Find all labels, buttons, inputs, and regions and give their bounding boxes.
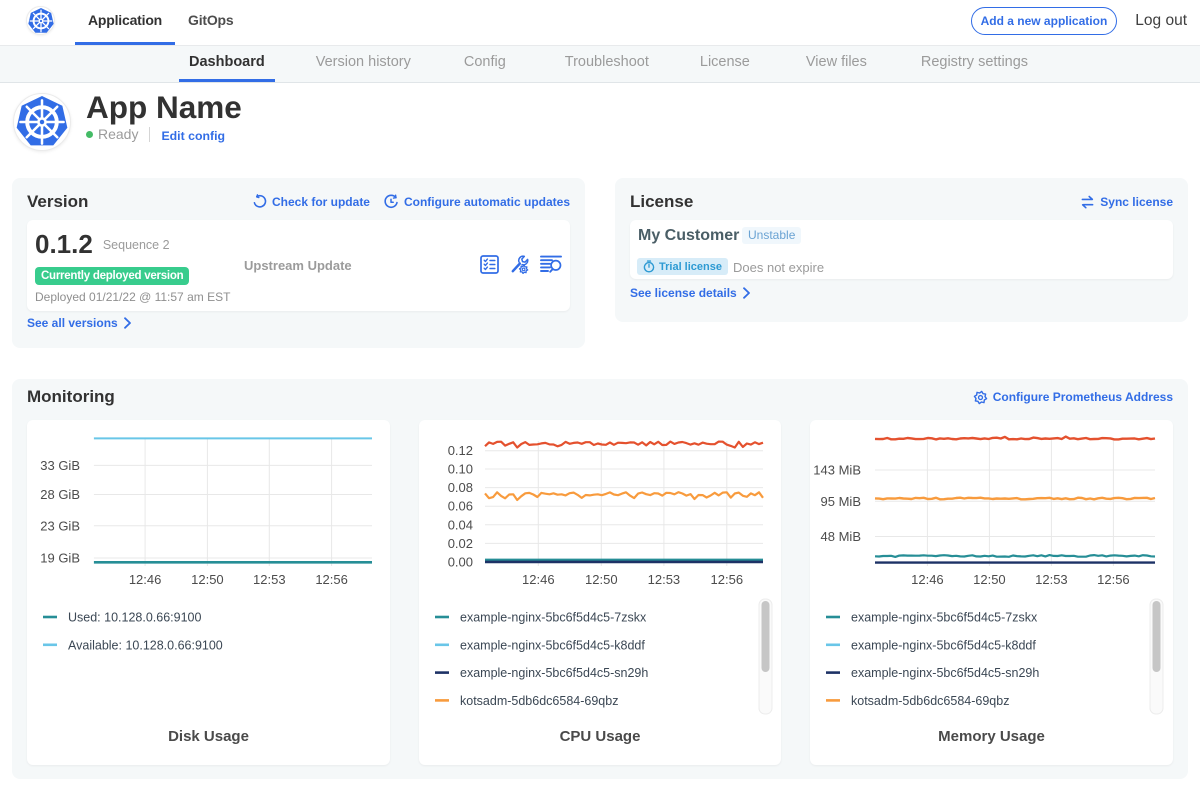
svg-text:example-nginx-5bc6f5d4c5-sn29h: example-nginx-5bc6f5d4c5-sn29h xyxy=(460,666,648,680)
svg-text:0.04: 0.04 xyxy=(448,517,473,532)
svg-text:12:53: 12:53 xyxy=(253,572,286,587)
svg-text:28 GiB: 28 GiB xyxy=(40,487,80,502)
svg-text:0.00: 0.00 xyxy=(448,555,473,570)
svg-text:19 GiB: 19 GiB xyxy=(40,551,80,566)
svg-text:12:46: 12:46 xyxy=(911,572,944,587)
svg-text:Memory Usage: Memory Usage xyxy=(938,728,1045,745)
svg-text:Available: 10.128.0.66:9100: Available: 10.128.0.66:9100 xyxy=(68,638,223,652)
svg-text:kotsadm-5db6dc6584-69qbz: kotsadm-5db6dc6584-69qbz xyxy=(460,694,618,708)
svg-text:12:56: 12:56 xyxy=(1097,572,1130,587)
svg-text:12:46: 12:46 xyxy=(522,572,555,587)
svg-text:Used: 10.128.0.66:9100: Used: 10.128.0.66:9100 xyxy=(68,611,201,625)
svg-text:Disk Usage: Disk Usage xyxy=(168,728,249,745)
svg-text:kotsadm-5db6dc6584-69qbz: kotsadm-5db6dc6584-69qbz xyxy=(851,694,1009,708)
svg-text:CPU Usage: CPU Usage xyxy=(560,728,641,745)
svg-text:12:56: 12:56 xyxy=(711,572,744,587)
svg-text:12:46: 12:46 xyxy=(129,572,162,587)
svg-text:0.08: 0.08 xyxy=(448,480,473,495)
svg-text:example-nginx-5bc6f5d4c5-7zskx: example-nginx-5bc6f5d4c5-7zskx xyxy=(851,611,1038,625)
svg-text:example-nginx-5bc6f5d4c5-sn29h: example-nginx-5bc6f5d4c5-sn29h xyxy=(851,666,1039,680)
svg-text:12:53: 12:53 xyxy=(1035,572,1068,587)
svg-text:0.06: 0.06 xyxy=(448,499,473,514)
svg-text:95 MiB: 95 MiB xyxy=(821,494,861,509)
svg-text:33 GiB: 33 GiB xyxy=(40,458,80,473)
svg-text:0.10: 0.10 xyxy=(448,462,473,477)
svg-text:0.02: 0.02 xyxy=(448,536,473,551)
svg-text:48 MiB: 48 MiB xyxy=(821,529,861,544)
svg-text:example-nginx-5bc6f5d4c5-k8ddf: example-nginx-5bc6f5d4c5-k8ddf xyxy=(460,638,645,652)
svg-text:12:53: 12:53 xyxy=(648,572,681,587)
svg-text:143 MiB: 143 MiB xyxy=(813,463,861,478)
svg-text:23 GiB: 23 GiB xyxy=(40,518,80,533)
svg-text:12:50: 12:50 xyxy=(585,572,618,587)
svg-text:example-nginx-5bc6f5d4c5-k8ddf: example-nginx-5bc6f5d4c5-k8ddf xyxy=(851,638,1036,652)
svg-text:0.12: 0.12 xyxy=(448,443,473,458)
svg-text:12:50: 12:50 xyxy=(973,572,1006,587)
svg-text:12:56: 12:56 xyxy=(315,572,348,587)
svg-text:example-nginx-5bc6f5d4c5-7zskx: example-nginx-5bc6f5d4c5-7zskx xyxy=(460,611,647,625)
svg-text:12:50: 12:50 xyxy=(191,572,224,587)
